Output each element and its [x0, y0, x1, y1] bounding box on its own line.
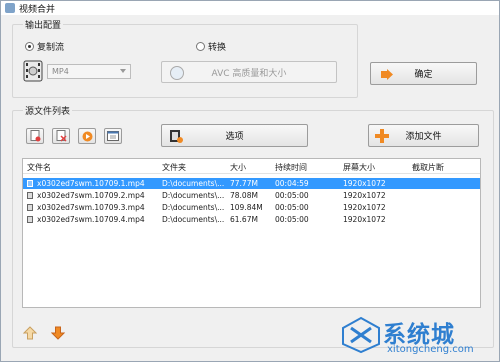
options-button[interactable]: 选项 — [161, 124, 308, 147]
remove-file-icon — [30, 130, 40, 142]
output-config-title: 输出配置 — [23, 18, 64, 31]
cell-screen: 1920x1072 — [343, 215, 386, 224]
cell-size: 109.84M — [230, 203, 263, 212]
move-up-icon[interactable] — [22, 326, 38, 340]
cell-duration: 00:05:00 — [275, 215, 309, 224]
cell-folder: D:\documents\... — [162, 203, 225, 212]
quality-icon — [170, 66, 184, 80]
source-files-title: 源文件列表 — [23, 104, 73, 117]
video-file-icon — [27, 204, 33, 211]
cell-folder: D:\documents\... — [162, 191, 225, 200]
column-header-duration[interactable]: 持续时间 — [275, 162, 307, 173]
video-file-icon — [27, 192, 33, 199]
radio-copy-label: 复制流 — [37, 43, 65, 53]
quality-button[interactable]: AVC 高质量和大小 — [161, 61, 337, 83]
ok-button-label: 确定 — [414, 70, 433, 80]
file-table[interactable]: 文件名 文件夹 大小 持续时间 屏幕大小 截取片断 x0302ed7swm.10… — [22, 158, 481, 308]
radio-copy-stream[interactable]: 复制流 — [25, 40, 64, 53]
cell-name: x0302ed7swm.10709.1.mp4 — [37, 179, 145, 188]
cell-name: x0302ed7swm.10709.2.mp4 — [37, 191, 145, 200]
radio-dot-convert[interactable] — [196, 42, 205, 51]
watermark-logo-icon — [341, 316, 381, 354]
cell-name: x0302ed7swm.10709.4.mp4 — [37, 215, 145, 224]
column-header-screen[interactable]: 屏幕大小 — [343, 162, 375, 173]
clear-files-icon — [56, 130, 67, 142]
table-row[interactable]: x0302ed7swm.10709.2.mp4 D:\documents\...… — [23, 190, 480, 201]
cell-screen: 1920x1072 — [343, 203, 386, 212]
watermark-site: xitongcheng.com — [387, 344, 474, 355]
format-select[interactable]: MP4 — [47, 64, 131, 79]
confirm-arrow-icon — [381, 69, 393, 83]
play-button[interactable] — [78, 128, 96, 144]
radio-convert-label: 转换 — [208, 43, 227, 53]
film-format-icon — [23, 59, 43, 83]
table-row[interactable]: x0302ed7swm.10709.4.mp4 D:\documents\...… — [23, 214, 480, 225]
video-file-icon — [27, 180, 33, 187]
info-window-icon — [107, 131, 119, 141]
column-header-clip[interactable]: 截取片断 — [412, 162, 444, 173]
cell-duration: 00:05:00 — [275, 191, 309, 200]
cell-duration: 00:05:00 — [275, 203, 309, 212]
cell-screen: 1920x1072 — [343, 179, 386, 188]
options-button-label: 选项 — [225, 132, 244, 142]
column-header-size[interactable]: 大小 — [230, 162, 246, 173]
title-bar: 视频合并 — [1, 1, 499, 15]
add-plus-icon — [375, 129, 389, 146]
add-file-button[interactable]: 添加文件 — [368, 124, 479, 147]
film-settings-icon — [169, 129, 183, 146]
cell-screen: 1920x1072 — [343, 191, 386, 200]
play-icon — [82, 131, 92, 141]
cell-folder: D:\documents\... — [162, 215, 225, 224]
remove-file-button[interactable] — [26, 128, 44, 144]
cell-duration: 00:04:59 — [275, 179, 309, 188]
app-icon — [5, 3, 15, 13]
window-title: 视频合并 — [19, 4, 56, 15]
format-value: MP4 — [52, 67, 69, 76]
add-file-button-label: 添加文件 — [405, 132, 442, 142]
cell-name: x0302ed7swm.10709.3.mp4 — [37, 203, 145, 212]
table-row[interactable]: x0302ed7swm.10709.1.mp4 D:\documents\...… — [23, 178, 480, 189]
cell-size: 77.77M — [230, 179, 258, 188]
video-file-icon — [27, 216, 33, 223]
cell-folder: D:\documents\... — [162, 179, 225, 188]
column-header-folder[interactable]: 文件夹 — [162, 162, 186, 173]
quality-button-label: AVC 高质量和大小 — [211, 68, 287, 79]
table-row[interactable]: x0302ed7swm.10709.3.mp4 D:\documents\...… — [23, 202, 480, 213]
clear-files-button[interactable] — [52, 128, 70, 144]
radio-convert[interactable]: 转换 — [196, 40, 226, 53]
cell-size: 61.67M — [230, 215, 258, 224]
table-header: 文件名 文件夹 大小 持续时间 屏幕大小 截取片断 — [23, 159, 480, 174]
radio-dot-copy[interactable] — [25, 42, 34, 51]
window: 视频合并 输出配置 复制流 转换 MP4 AVC 高质量和大小 确定 源文件列表… — [0, 0, 500, 362]
cell-size: 78.08M — [230, 191, 258, 200]
move-down-icon[interactable] — [50, 326, 66, 340]
info-button[interactable] — [104, 128, 122, 144]
column-header-name[interactable]: 文件名 — [27, 162, 51, 173]
chevron-down-icon — [120, 69, 126, 73]
ok-button[interactable]: 确定 — [370, 62, 477, 85]
